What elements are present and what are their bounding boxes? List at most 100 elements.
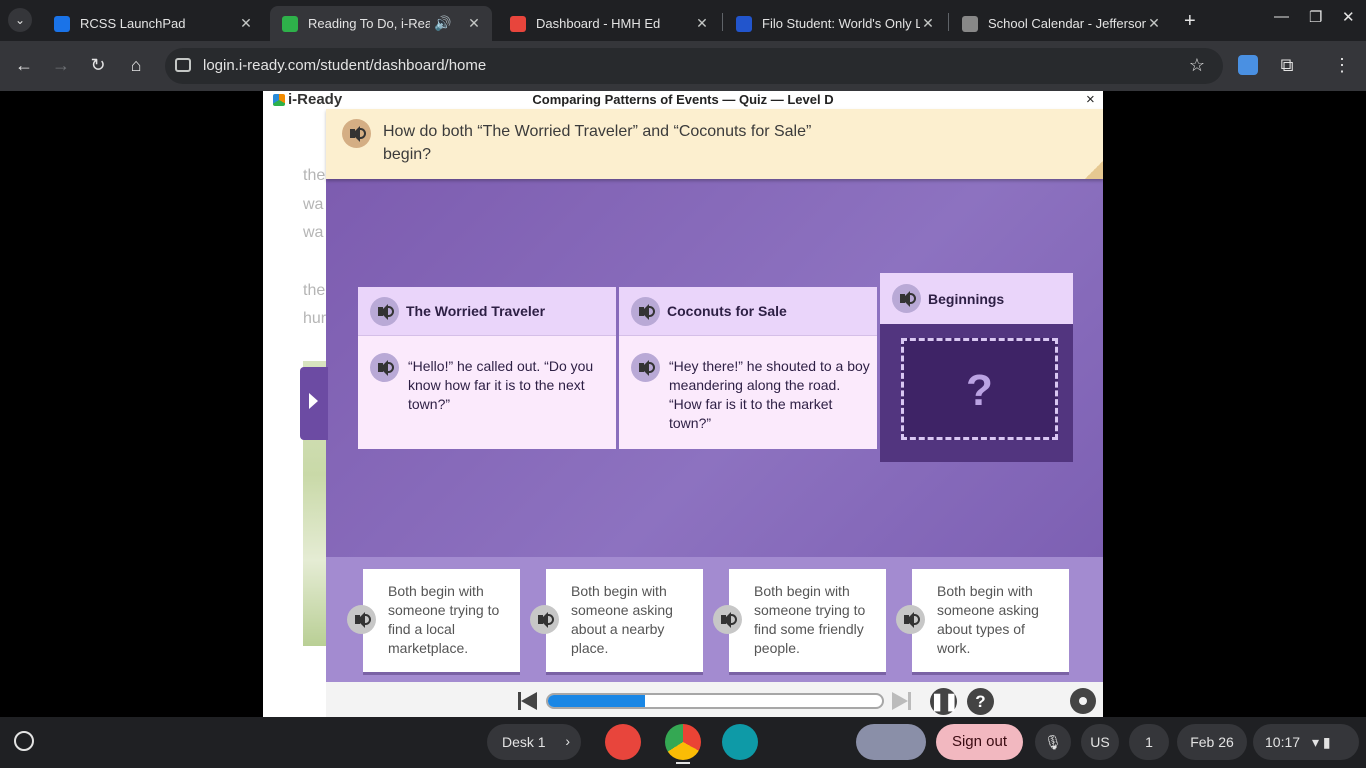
skip-forward-icon[interactable]: [892, 692, 908, 710]
story-excerpt: “Hey there!” he shouted to a boy meander…: [669, 358, 870, 431]
minimize-icon[interactable]: —: [1274, 8, 1289, 25]
close-quiz-icon[interactable]: ×: [1086, 91, 1095, 108]
calendar-favicon-icon: [962, 15, 978, 32]
close-tab-icon[interactable]: ✕: [466, 15, 482, 32]
tab-filo[interactable]: Filo Student: World's Only L ✕: [724, 6, 946, 41]
art-app-icon[interactable]: [605, 724, 641, 760]
tab-title: RCSS LaunchPad: [80, 16, 186, 31]
speaker-icon[interactable]: [892, 284, 921, 313]
tab-title: Dashboard - HMH Ed: [536, 16, 661, 31]
filo-favicon-icon: [736, 15, 752, 32]
speaker-icon[interactable]: [370, 353, 399, 382]
bookmark-star-icon[interactable]: ☆: [1189, 55, 1205, 76]
tab-hmh-dashboard[interactable]: Dashboard - HMH Ed ✕: [498, 6, 720, 41]
help-button[interactable]: ?: [967, 688, 994, 715]
restore-icon[interactable]: ❐: [1309, 8, 1322, 26]
close-window-icon[interactable]: ✕: [1342, 8, 1355, 26]
launcher-icon[interactable]: [14, 731, 34, 751]
wifi-icon: ▾: [1311, 734, 1319, 750]
settings-gear-icon[interactable]: [1070, 688, 1096, 714]
speaker-icon[interactable]: [370, 297, 399, 326]
holding-space-thumbnails[interactable]: [856, 724, 926, 760]
speaker-icon[interactable]: 🔊: [430, 15, 456, 32]
quiz-title: Comparing Patterns of Events — Quiz — Le…: [532, 92, 834, 107]
question-mark: ?: [966, 366, 993, 415]
tab-title: School Calendar - Jefferson: [988, 16, 1146, 31]
background-text: hur: [303, 310, 327, 327]
status-tray[interactable]: 10:17 ▾ ▮: [1253, 724, 1359, 760]
url-text[interactable]: login.i-ready.com/student/dashboard/home: [203, 57, 486, 74]
notification-count: 1: [1145, 734, 1153, 750]
close-tab-icon[interactable]: ✕: [238, 15, 254, 32]
desk-switcher[interactable]: Desk 1 ›: [487, 724, 581, 760]
tab-title: Reading To Do, i-Ready: [308, 16, 430, 31]
extensions-puzzle-icon[interactable]: ⧉: [1276, 55, 1298, 76]
play-arrow-icon: [309, 393, 318, 409]
answer-text: Both begin with someone trying to find a…: [388, 583, 500, 656]
expand-panel-button[interactable]: [300, 367, 328, 440]
chrome-icon[interactable]: [665, 724, 701, 760]
story-card-coconuts-for-sale: Coconuts for Sale “Hey there!” he shoute…: [619, 287, 877, 449]
tab-separator: [948, 13, 949, 31]
close-tab-icon[interactable]: ✕: [1146, 15, 1162, 32]
speaker-icon[interactable]: [631, 297, 660, 326]
iready-favicon-icon: [282, 15, 298, 32]
date-tray[interactable]: Feb 26: [1177, 724, 1247, 760]
answer-card[interactable]: Both begin with someone trying to find a…: [363, 569, 520, 672]
progress-fill: [548, 695, 645, 707]
story-excerpt: “Hello!” he called out. “Do you know how…: [408, 358, 594, 412]
cloud-extension-icon[interactable]: [1238, 55, 1258, 75]
new-tab-plus-icon[interactable]: +: [1184, 10, 1196, 33]
forward-arrow-icon[interactable]: →: [50, 55, 72, 76]
answer-card[interactable]: Both begin with someone asking about typ…: [912, 569, 1069, 672]
tab-iready[interactable]: Reading To Do, i-Ready 🔊 ✕: [270, 6, 492, 41]
tab-rcss-launchpad[interactable]: RCSS LaunchPad ✕: [42, 6, 264, 41]
speaker-icon[interactable]: [713, 605, 742, 634]
reload-icon[interactable]: ↻: [87, 55, 109, 76]
speaker-icon[interactable]: [896, 605, 925, 634]
page-fold: [1085, 161, 1103, 179]
address-bar[interactable]: login.i-ready.com/student/dashboard/home…: [165, 48, 1223, 84]
story-title: The Worried Traveler: [406, 303, 546, 319]
speaker-icon[interactable]: [530, 605, 559, 634]
microphone-icon[interactable]: 🎙: [1035, 724, 1071, 760]
speaker-icon[interactable]: [347, 605, 376, 634]
hmh-favicon-icon: [510, 15, 526, 32]
beginnings-title: Beginnings: [928, 291, 1005, 307]
chevron-right-icon: ›: [565, 733, 570, 749]
browser-toolbar: ← → ↻ ⌂ login.i-ready.com/student/dashbo…: [0, 41, 1366, 91]
tab-separator: [722, 13, 723, 31]
answer-text: Both begin with someone trying to find s…: [754, 583, 866, 656]
question-audio-button[interactable]: [342, 119, 371, 148]
progress-bar: [546, 693, 884, 709]
skip-back-icon[interactable]: [521, 692, 537, 710]
skip-forward-bar: [908, 692, 911, 710]
pause-button[interactable]: ❚❚: [930, 688, 959, 715]
sign-out-button[interactable]: Sign out: [936, 724, 1023, 760]
close-tab-icon[interactable]: ✕: [920, 15, 936, 32]
tab-search-button[interactable]: ⌄: [8, 8, 32, 32]
site-info-icon[interactable]: [175, 58, 191, 72]
more-menu-icon[interactable]: ⋮: [1331, 55, 1353, 76]
desk-label: Desk 1: [502, 734, 546, 750]
home-icon[interactable]: ⌂: [125, 55, 147, 76]
rcss-favicon-icon: [54, 15, 70, 32]
notification-counter[interactable]: 1: [1129, 724, 1169, 760]
speaker-icon[interactable]: [631, 353, 660, 382]
input-method-indicator[interactable]: US: [1081, 724, 1119, 760]
answer-card[interactable]: Both begin with someone asking about a n…: [546, 569, 703, 672]
story-title: Coconuts for Sale: [667, 303, 787, 319]
background-text: the: [303, 167, 326, 184]
tab-school-calendar[interactable]: School Calendar - Jefferson ✕: [950, 6, 1172, 41]
answer-card[interactable]: Both begin with someone trying to find s…: [729, 569, 886, 672]
close-tab-icon[interactable]: ✕: [694, 15, 710, 32]
question-text: How do both “The Worried Traveler” and “…: [383, 123, 812, 163]
clock-time: 10:17: [1265, 734, 1301, 750]
speaker-icon: [342, 119, 371, 148]
answer-drop-zone[interactable]: ?: [901, 338, 1058, 440]
battery-icon: ▮: [1322, 734, 1331, 750]
back-arrow-icon[interactable]: ←: [13, 55, 35, 76]
beginnings-card: Beginnings ?: [880, 273, 1073, 462]
classroom-app-icon[interactable]: [722, 724, 758, 760]
answer-text: Both begin with someone asking about typ…: [937, 583, 1039, 656]
